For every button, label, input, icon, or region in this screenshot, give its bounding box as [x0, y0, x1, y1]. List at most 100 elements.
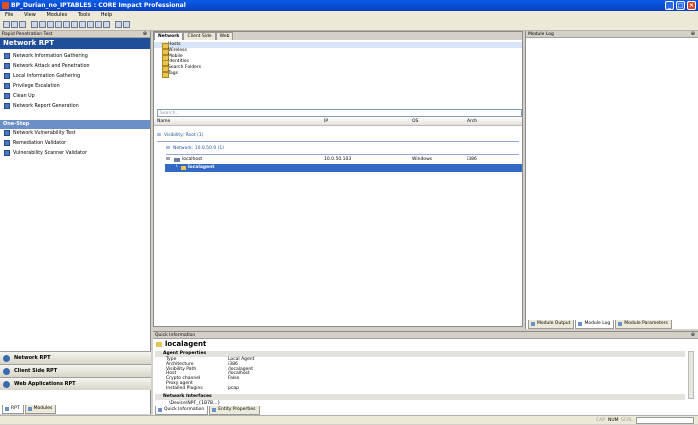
- step-icon: [4, 72, 10, 79]
- tool-icon[interactable]: [95, 21, 102, 28]
- tool-icon[interactable]: [103, 21, 110, 28]
- tab-network[interactable]: Network: [154, 32, 184, 40]
- module-tabs: Module Output Module Log Module Parameters: [528, 320, 673, 329]
- nav-label: Client Side RPT: [14, 368, 58, 374]
- collapse-icon[interactable]: ⊟: [166, 145, 170, 153]
- tab-module-parameters[interactable]: Module Parameters: [615, 320, 672, 329]
- tab-entity-properties[interactable]: Entity Properties: [209, 406, 260, 415]
- quick-info-tabs: Quick Information Entity Properties: [155, 406, 261, 415]
- pin-icon[interactable]: ⊕: [691, 31, 695, 38]
- minimize-button[interactable]: _: [665, 1, 674, 10]
- col-os[interactable]: OS: [412, 118, 418, 126]
- entity-tabs: Network Client Side Web: [154, 32, 522, 40]
- nav-web-applications-rpt[interactable]: Web Applications RPT: [0, 377, 151, 390]
- tool-icon[interactable]: [79, 21, 86, 28]
- toolbar: [0, 19, 698, 31]
- new-icon[interactable]: [3, 21, 10, 28]
- search-input[interactable]: Search...: [157, 109, 522, 117]
- one-step-item[interactable]: Vulnerability Scanner Validator: [0, 149, 150, 159]
- tool-icon[interactable]: [31, 21, 38, 28]
- pin-icon[interactable]: ⊕: [143, 31, 147, 38]
- step-item[interactable]: Local Information Gathering: [0, 72, 150, 82]
- step-item[interactable]: Network Information Gathering: [0, 52, 150, 62]
- agent-icon: [181, 166, 186, 170]
- agent-name: localagent: [188, 165, 215, 170]
- grid-header: Name IP OS Arch: [154, 118, 522, 126]
- tree-connector-icon: └: [175, 165, 178, 170]
- menu-file[interactable]: File: [5, 12, 13, 18]
- tool-icon[interactable]: [115, 21, 122, 28]
- progress-field: [636, 417, 694, 424]
- tab-web[interactable]: Web: [215, 32, 234, 40]
- entity-view: Network Client Side Web Hosts Wireless Mob…: [153, 31, 523, 327]
- group-visibility[interactable]: ⊟ Visibility: Root (1): [154, 132, 522, 140]
- status-bar: CAP NUM SCRL: [0, 415, 698, 424]
- close-button[interactable]: ×: [687, 1, 696, 10]
- step-item[interactable]: Clean Up: [0, 92, 150, 102]
- step-label: Privilege Escalation: [13, 84, 60, 89]
- tool-icon[interactable]: [39, 21, 46, 28]
- scrollbar[interactable]: [688, 351, 694, 399]
- prop-value: pcap: [228, 385, 239, 391]
- step-label: Vulnerability Scanner Validator: [13, 151, 87, 156]
- divider: [166, 154, 519, 155]
- quick-info-panel: Quick Information ⊕ localagent Agent Pro…: [153, 331, 698, 415]
- one-step-item[interactable]: Network Vulnerability Test: [0, 129, 150, 139]
- menu-bar: File View Modules Tools Help: [0, 11, 698, 19]
- tab-modules[interactable]: Modules: [24, 405, 57, 414]
- pin-icon[interactable]: ⊕: [691, 332, 695, 339]
- step-item[interactable]: Network Attack and Penetration: [0, 62, 150, 72]
- save-icon[interactable]: [19, 21, 26, 28]
- col-name[interactable]: Name: [157, 118, 170, 126]
- tool-icon[interactable]: [55, 21, 62, 28]
- quick-info-title: localagent: [165, 340, 207, 348]
- step-item[interactable]: Privilege Escalation: [0, 82, 150, 92]
- panel-header-label: Module Log: [528, 32, 554, 37]
- table-row[interactable]: ⊟ localhost 10.0.50.103 Windows i386: [154, 156, 522, 164]
- menu-modules[interactable]: Modules: [46, 12, 67, 18]
- tab-module-output[interactable]: Module Output: [528, 320, 575, 329]
- tab-quick-information[interactable]: Quick Information: [155, 406, 209, 415]
- expand-icon[interactable]: ⊟: [166, 156, 170, 164]
- col-arch[interactable]: Arch: [467, 118, 477, 126]
- step-icon: [4, 62, 10, 69]
- tab-rpt[interactable]: RPT: [2, 405, 24, 414]
- section-network-interfaces[interactable]: Network Interfaces: [155, 394, 685, 400]
- step-icon: [4, 149, 10, 156]
- host-name: localhost: [182, 157, 203, 162]
- computer-icon: [174, 158, 180, 162]
- panel-header: Module Log ⊕: [526, 31, 698, 38]
- group-network[interactable]: ⊟ Network: 10.0.50.0 (1): [154, 145, 522, 153]
- nav-network-rpt[interactable]: Network RPT: [0, 351, 151, 364]
- table-row-selected[interactable]: └ localagent: [165, 164, 522, 172]
- nav-client-side-rpt[interactable]: Client Side RPT: [0, 364, 151, 377]
- module-log-panel: Module Log ⊕ Module Output Module Log Modu…: [525, 31, 698, 329]
- panel-header: Rapid Penetration Test ⊕: [0, 31, 150, 38]
- panel-header: Quick Information ⊕: [153, 332, 698, 339]
- menu-tools[interactable]: Tools: [78, 12, 90, 18]
- tab-client-side[interactable]: Client Side: [183, 32, 216, 40]
- collapse-icon[interactable]: ⊟: [157, 132, 161, 140]
- col-ip[interactable]: IP: [324, 118, 328, 126]
- step-label: Network Information Gathering: [13, 54, 88, 59]
- tool-icon[interactable]: [63, 21, 70, 28]
- menu-view[interactable]: View: [24, 12, 36, 18]
- tool-icon[interactable]: [47, 21, 54, 28]
- help-icon[interactable]: [123, 21, 130, 28]
- tree-item-tags[interactable]: Tags: [154, 71, 522, 78]
- prop-key: Installed Plugins: [166, 385, 203, 391]
- step-item[interactable]: Network Report Generation: [0, 102, 150, 112]
- step-label: Clean Up: [13, 94, 35, 99]
- tool-icon[interactable]: [87, 21, 94, 28]
- tool-icon[interactable]: [71, 21, 78, 28]
- maximize-button[interactable]: □: [676, 1, 685, 10]
- open-icon[interactable]: [11, 21, 18, 28]
- one-step-item[interactable]: Remediation Validator: [0, 139, 150, 149]
- tab-module-log[interactable]: Module Log: [575, 320, 615, 329]
- menu-help[interactable]: Help: [101, 12, 112, 18]
- host-arch: i386: [467, 157, 477, 162]
- step-icon: [4, 52, 10, 59]
- nav-label: Network RPT: [14, 355, 51, 361]
- app-icon: [2, 2, 9, 9]
- step-icon: [4, 82, 10, 89]
